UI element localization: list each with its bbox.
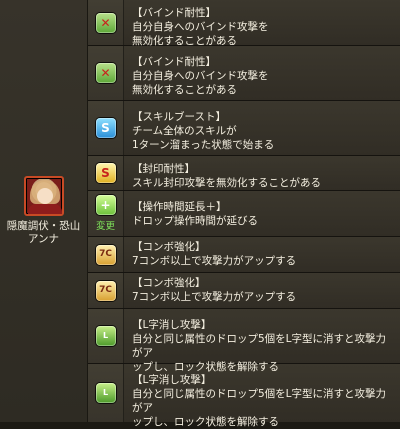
- character-portrait[interactable]: [23, 176, 64, 216]
- combo-boost-icon: 7C: [95, 244, 116, 265]
- awakening-title: 【L字消し攻撃】: [132, 319, 212, 331]
- awakening-row: L 【L字消し攻撃】 自分と同じ属性のドロップ5個をL字型に消すと攻撃力がア ッ…: [88, 309, 400, 373]
- awakening-row: ✕ 【バインド耐性】 自分自身へのバインド攻撃を 無効化することがある: [88, 46, 400, 101]
- awakening-title: 【バインド耐性】: [132, 56, 216, 68]
- l-shape-icon: L: [95, 326, 116, 346]
- bind-resist-icon: ✕: [95, 63, 116, 83]
- awakening-row: S 【スキルブースト】 チーム全体のスキルが 1ターン溜まった状態で始まる: [88, 101, 400, 156]
- seal-resist-icon: S: [95, 163, 116, 183]
- awakening-desc: チーム全体のスキルが 1ターン溜まった状態で始まる: [132, 125, 275, 151]
- awakening-row: ✕ 【バインド耐性】 自分自身へのバインド攻撃を 無効化することがある: [88, 0, 400, 47]
- bind-resist-icon: ✕: [95, 12, 116, 33]
- awakening-desc: 自分と同じ属性のドロップ5個をL字型に消すと攻撃力がア ップし、ロック状態を解除…: [132, 388, 387, 428]
- awakening-desc: 7コンボ以上で攻撃力がアップする: [132, 255, 297, 267]
- character-column: 隠魔調伏・恐山 アンナ: [0, 0, 88, 422]
- change-label: 変更: [95, 221, 115, 232]
- skill-boost-icon: S: [95, 118, 116, 138]
- awakening-title: 【コンボ強化】: [132, 241, 206, 253]
- awakening-title: 【操作時間延長＋】: [132, 201, 227, 213]
- awakening-desc: 7コンボ以上で攻撃力がアップする: [132, 291, 297, 303]
- awakening-row: + 変更 【操作時間延長＋】 ドロップ操作時間が延びる: [88, 191, 400, 237]
- combo-boost-icon: 7C: [95, 280, 116, 301]
- awakening-title: 【コンボ強化】: [132, 277, 206, 289]
- awakening-row: 7C 【コンボ強化】 7コンボ以上で攻撃力がアップする: [88, 273, 400, 309]
- l-shape-icon: L: [95, 383, 116, 403]
- awakening-title: 【封印耐性】: [132, 163, 195, 175]
- awakening-row: 7C 【コンボ強化】 7コンボ以上で攻撃力がアップする: [88, 237, 400, 273]
- awakening-title: 【スキルブースト】: [132, 111, 226, 123]
- awakening-row: L 【L字消し攻撃】 自分と同じ属性のドロップ5個をL字型に消すと攻撃力がア ッ…: [88, 364, 400, 428]
- awakening-title: 【バインド耐性】: [132, 7, 216, 19]
- awakening-list: ✕ 【バインド耐性】 自分自身へのバインド攻撃を 無効化することがある ✕ 【バ…: [88, 0, 400, 428]
- awakening-desc: 自分自身へのバインド攻撃を 無効化することがある: [132, 21, 269, 47]
- awakening-desc: スキル封印攻撃を無効化することがある: [132, 177, 321, 189]
- awakening-desc: 自分自身へのバインド攻撃を 無効化することがある: [132, 70, 269, 96]
- awakening-skill-table: 隠魔調伏・恐山 アンナ ✕ 【バインド耐性】 自分自身へのバインド攻撃を 無効化…: [0, 0, 400, 428]
- extend-time-icon: +: [95, 195, 116, 215]
- character-name: 隠魔調伏・恐山 アンナ: [6, 220, 81, 245]
- awakening-row: S 【封印耐性】 スキル封印攻撃を無効化することがある: [88, 156, 400, 191]
- awakening-title: 【L字消し攻撃】: [132, 374, 212, 386]
- awakening-desc: ドロップ操作時間が延びる: [132, 215, 258, 227]
